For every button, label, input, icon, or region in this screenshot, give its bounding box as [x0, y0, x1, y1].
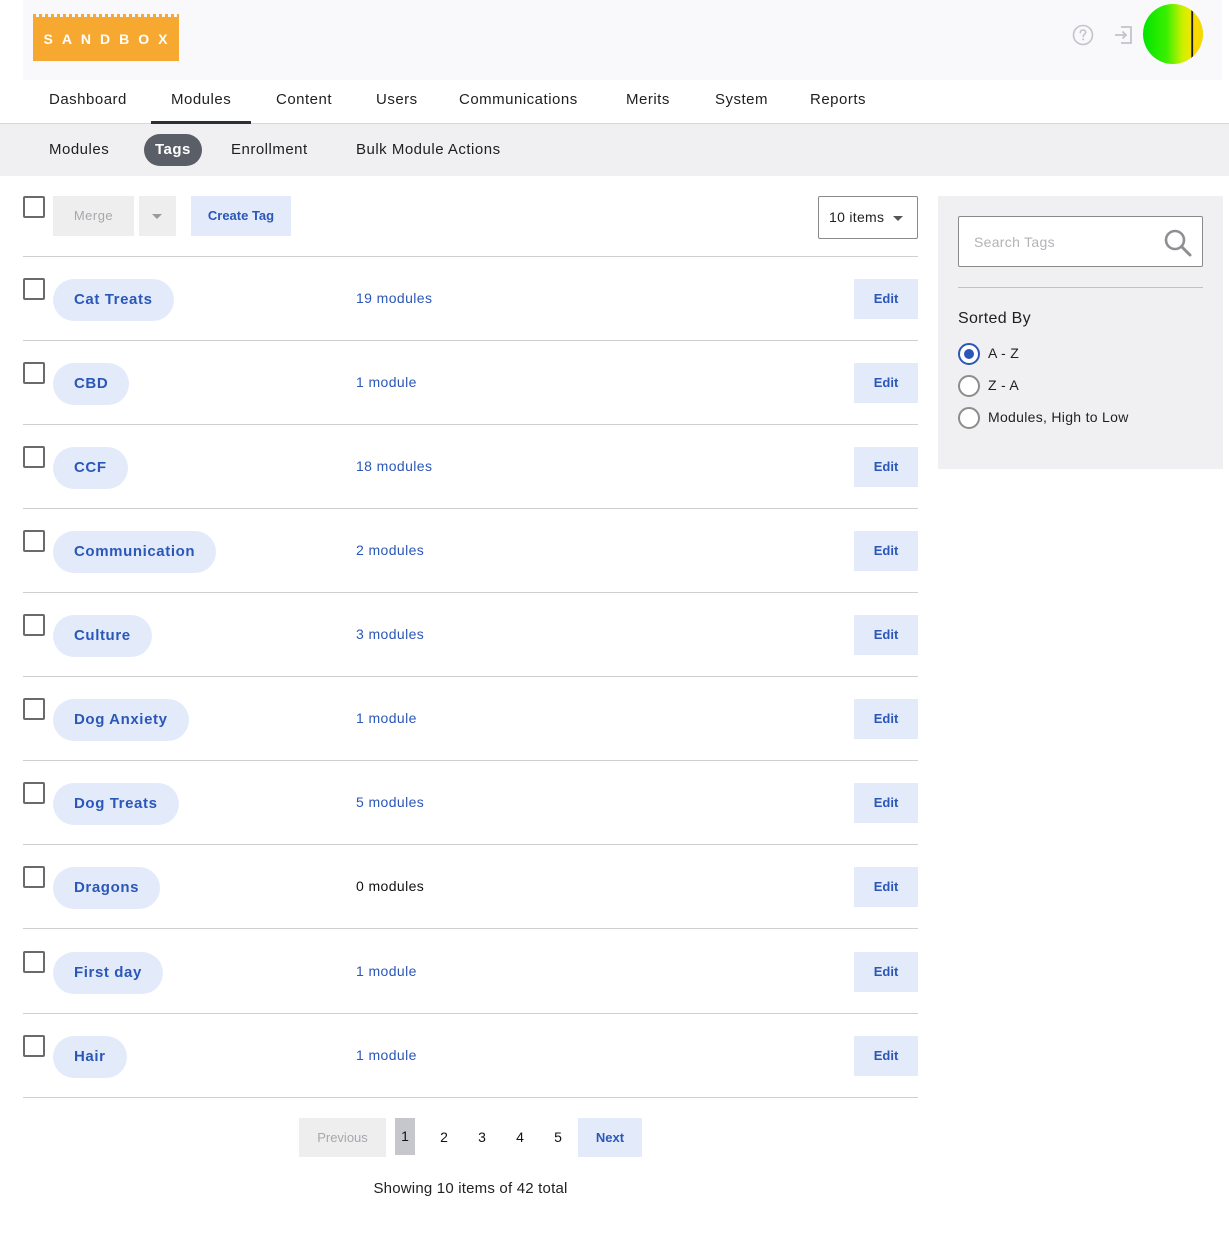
nav-modules[interactable]: Modules	[150, 80, 252, 124]
row-checkbox[interactable]	[23, 446, 45, 468]
module-count-link[interactable]: 2 modules	[356, 542, 424, 558]
module-count-link[interactable]: 1 module	[356, 1047, 417, 1063]
row-checkbox[interactable]	[23, 362, 45, 384]
table-row: Dog Treats 5 modules Edit	[23, 761, 918, 845]
table-row: CCF 18 modules Edit	[23, 425, 918, 509]
edit-button[interactable]: Edit	[854, 952, 918, 992]
sort-option-label: Modules, High to Low	[988, 409, 1129, 425]
merge-dropdown-button[interactable]	[139, 196, 176, 236]
page-3-button[interactable]: 3	[472, 1118, 492, 1157]
tag-pill[interactable]: Dog Anxiety	[53, 699, 189, 741]
select-all-checkbox[interactable]	[23, 196, 45, 218]
tag-pill[interactable]: First day	[53, 952, 163, 994]
tag-pill[interactable]: Hair	[53, 1036, 127, 1078]
next-page-button[interactable]: Next	[578, 1118, 642, 1157]
items-per-page-value: 10 items	[829, 209, 885, 225]
sidebar-divider	[958, 287, 1203, 288]
edit-button[interactable]: Edit	[854, 783, 918, 823]
sorted-by-title: Sorted By	[958, 310, 1031, 327]
module-count-link[interactable]: 5 modules	[356, 794, 424, 810]
table-row: Hair 1 module Edit	[23, 1014, 918, 1098]
sort-option-label: A - Z	[988, 345, 1020, 361]
row-checkbox[interactable]	[23, 951, 45, 973]
items-per-page-select[interactable]: 10 items	[818, 196, 918, 239]
nav-reports[interactable]: Reports	[810, 80, 866, 124]
top-header: SANDBOX	[23, 0, 1222, 80]
table-row: CBD 1 module Edit	[23, 341, 918, 425]
nav-users[interactable]: Users	[376, 80, 418, 124]
row-checkbox[interactable]	[23, 1035, 45, 1057]
page-1-button[interactable]: 1	[395, 1118, 415, 1155]
search-box	[958, 216, 1203, 267]
module-count-link[interactable]: 19 modules	[356, 290, 432, 306]
tag-pill[interactable]: Dog Treats	[53, 783, 179, 825]
nav-dashboard[interactable]: Dashboard	[49, 80, 127, 124]
subnav-bulk-module-actions[interactable]: Bulk Module Actions	[356, 134, 501, 166]
tag-pill[interactable]: Culture	[53, 615, 152, 657]
module-count-link[interactable]: 1 module	[356, 963, 417, 979]
row-checkbox[interactable]	[23, 278, 45, 300]
page-5-button[interactable]: 5	[548, 1118, 568, 1157]
nav-merits[interactable]: Merits	[626, 80, 670, 124]
row-checkbox[interactable]	[23, 698, 45, 720]
module-count-link[interactable]: 1 module	[356, 374, 417, 390]
module-count-text: 0 modules	[356, 878, 425, 894]
edit-button[interactable]: Edit	[854, 279, 918, 319]
subnav-enrollment[interactable]: Enrollment	[231, 134, 308, 166]
module-count-link[interactable]: 18 modules	[356, 458, 432, 474]
page-2-button[interactable]: 2	[434, 1118, 454, 1157]
sandbox-logo[interactable]: SANDBOX	[33, 14, 179, 61]
previous-page-button[interactable]: Previous	[299, 1118, 386, 1157]
tag-pill[interactable]: CCF	[53, 447, 128, 489]
row-checkbox[interactable]	[23, 866, 45, 888]
edit-button[interactable]: Edit	[854, 699, 918, 739]
edit-button[interactable]: Edit	[854, 1036, 918, 1076]
filter-sidebar: Sorted By A - Z Z - A Modules, High to L…	[938, 196, 1223, 469]
pagination-summary: Showing 10 items of 42 total	[373, 1180, 568, 1197]
edit-button[interactable]: Edit	[854, 531, 918, 571]
tag-pill[interactable]: Dragons	[53, 867, 161, 909]
avatar[interactable]	[1143, 4, 1203, 64]
tag-pill[interactable]: Cat Treats	[53, 279, 174, 321]
merge-button[interactable]: Merge	[53, 196, 134, 236]
sort-option-label: Z - A	[988, 377, 1020, 393]
module-count-link[interactable]: 1 module	[356, 710, 417, 726]
edit-button[interactable]: Edit	[854, 363, 918, 403]
tag-pill[interactable]: CBD	[53, 363, 130, 405]
radio-button[interactable]	[958, 375, 980, 397]
nav-content[interactable]: Content	[276, 80, 332, 124]
main-nav: Dashboard Modules Content Users Communic…	[0, 80, 1229, 124]
radio-button[interactable]	[958, 343, 980, 365]
subnav-tags[interactable]: Tags	[144, 134, 202, 166]
search-icon[interactable]	[1162, 227, 1194, 259]
table-row: Cat Treats 19 modules Edit	[23, 257, 918, 341]
table-row: Dog Anxiety 1 module Edit	[23, 677, 918, 761]
edit-button[interactable]: Edit	[854, 615, 918, 655]
row-checkbox[interactable]	[23, 614, 45, 636]
edit-button[interactable]: Edit	[854, 867, 918, 907]
row-checkbox[interactable]	[23, 530, 45, 552]
subnav-modules[interactable]: Modules	[49, 134, 109, 166]
nav-communications[interactable]: Communications	[459, 80, 578, 124]
nav-system[interactable]: System	[715, 80, 768, 124]
search-input[interactable]	[974, 231, 1154, 253]
sign-out-icon[interactable]	[1113, 24, 1135, 46]
row-checkbox[interactable]	[23, 782, 45, 804]
logo-text: SANDBOX	[43, 31, 177, 47]
table-row: Dragons 0 modules Edit	[23, 845, 918, 929]
radio-button[interactable]	[958, 407, 980, 429]
table-row: Communication 2 modules Edit	[23, 509, 918, 593]
table-row: First day 1 module Edit	[23, 930, 918, 1014]
tag-pill[interactable]: Communication	[53, 531, 217, 573]
edit-button[interactable]: Edit	[854, 447, 918, 487]
sub-nav: Modules Tags Enrollment Bulk Module Acti…	[0, 124, 1229, 176]
module-count-link[interactable]: 3 modules	[356, 626, 424, 642]
help-circle-icon[interactable]	[1072, 24, 1094, 46]
chevron-down-icon	[893, 216, 903, 221]
create-tag-button[interactable]: Create Tag	[191, 196, 291, 236]
page-4-button[interactable]: 4	[510, 1118, 530, 1157]
table-row: Culture 3 modules Edit	[23, 593, 918, 677]
